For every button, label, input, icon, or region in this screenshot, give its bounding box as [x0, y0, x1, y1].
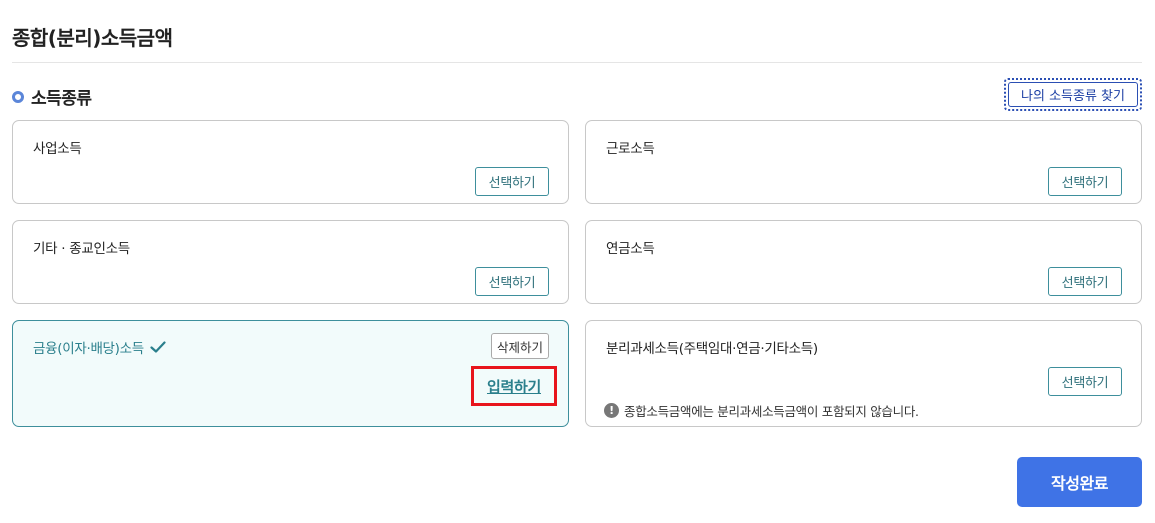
card-title: 연금소득 [606, 241, 655, 257]
bullet-icon [12, 90, 24, 103]
section-title: 소득종류 [31, 89, 92, 109]
title-divider [12, 62, 1142, 63]
card-earned-income: 근로소득 선택하기 [585, 120, 1142, 204]
card-separate-taxation-income: 분리과세소득(주택임대·연금·기타소득) 선택하기 ! 종합소득금액에는 분리과… [585, 320, 1142, 427]
info-icon: ! [604, 403, 619, 418]
notice: ! 종합소득금액에는 분리과세소득금액이 포함되지 않습니다. [604, 401, 919, 420]
check-icon [150, 341, 166, 353]
select-button[interactable]: 선택하기 [1048, 267, 1122, 296]
card-pension-income: 연금소득 선택하기 [585, 220, 1142, 304]
card-title-row: 금융(이자·배당)소득 [33, 337, 166, 357]
card-title: 근로소득 [606, 141, 655, 157]
card-business-income: 사업소득 선택하기 [12, 120, 569, 204]
find-income-type-button[interactable]: 나의 소득종류 찾기 [1004, 78, 1142, 111]
card-other-religious-income: 기타 · 종교인소득 선택하기 [12, 220, 569, 304]
notice-text: 종합소득금액에는 분리과세소득금액이 포함되지 않습니다. [624, 404, 919, 419]
input-link[interactable]: 입력하기 [487, 376, 541, 397]
input-link-highlight: 입력하기 [471, 366, 557, 406]
card-title: 사업소득 [33, 141, 82, 157]
select-button[interactable]: 선택하기 [475, 167, 549, 196]
find-income-type-label: 나의 소득종류 찾기 [1008, 82, 1138, 107]
select-button[interactable]: 선택하기 [1048, 367, 1122, 396]
section-header: 소득종류 [12, 84, 92, 109]
page-title: 종합(분리)소득금액 [12, 26, 173, 50]
card-financial-income: 금융(이자·배당)소득 삭제하기 입력하기 [12, 320, 569, 427]
delete-button[interactable]: 삭제하기 [491, 333, 549, 359]
card-title: 기타 · 종교인소득 [33, 241, 130, 257]
select-button[interactable]: 선택하기 [475, 267, 549, 296]
card-title: 금융(이자·배당)소득 [33, 341, 144, 357]
card-title: 분리과세소득(주택임대·연금·기타소득) [606, 341, 818, 357]
submit-button[interactable]: 작성완료 [1017, 457, 1142, 507]
select-button[interactable]: 선택하기 [1048, 167, 1122, 196]
